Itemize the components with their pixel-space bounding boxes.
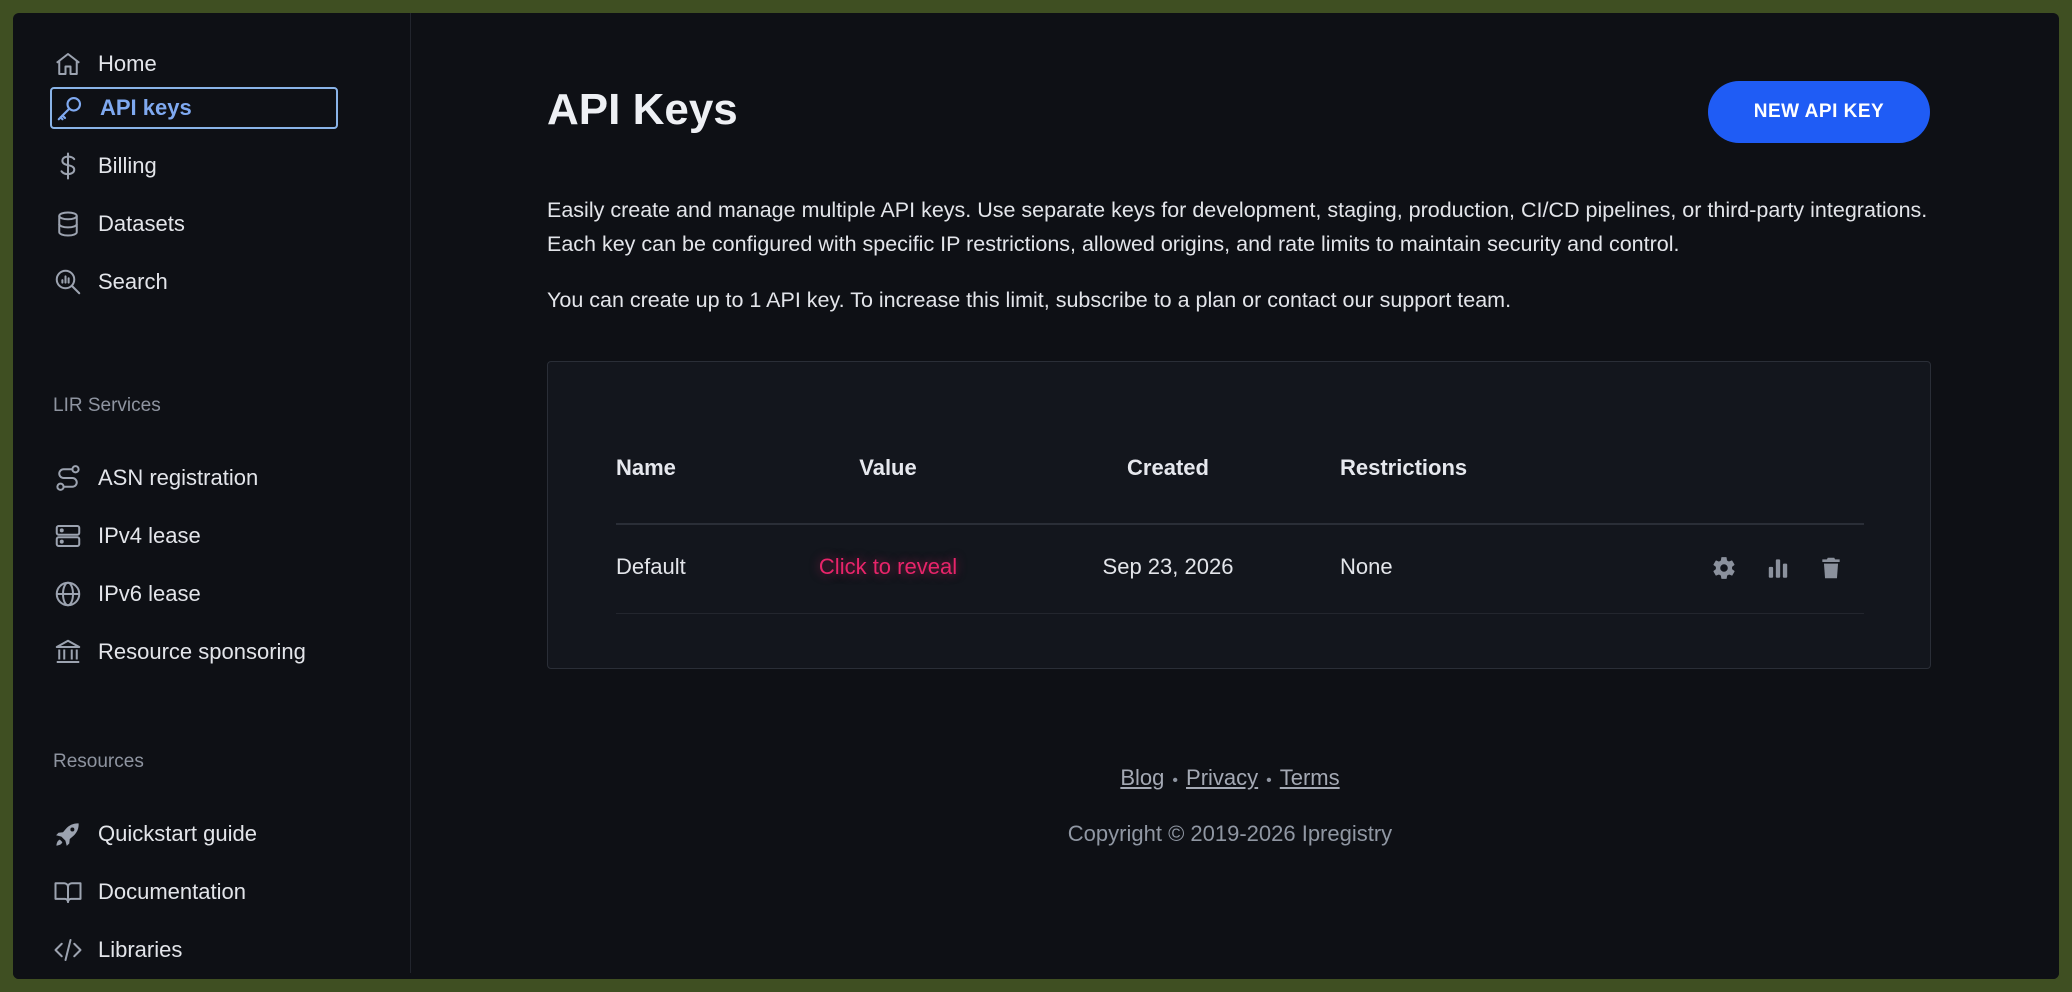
limit-notice: You can create up to 1 API key. To incre…	[547, 288, 1512, 312]
cell-created-date: Sep 23, 2026	[1102, 554, 1234, 579]
cell-key-name: Default	[616, 554, 686, 579]
footer-link-blog[interactable]: Blog	[1120, 765, 1164, 790]
footer-separator: •	[1172, 772, 1179, 789]
column-header-restrictions: Restrictions	[1340, 455, 1468, 480]
footer-link-privacy[interactable]: Privacy	[1186, 765, 1258, 790]
page-title: API Keys	[547, 85, 738, 134]
new-api-key-button[interactable]: NEW API KEY	[1708, 81, 1930, 143]
main-content: API Keys NEW API KEY Easily create and m…	[13, 13, 2059, 979]
footer-separator: •	[1266, 772, 1272, 789]
cell-restrictions: None	[1340, 554, 1393, 579]
app-window: Home API keys Billing Datasets Search LI…	[13, 13, 2059, 979]
delete-trash-icon[interactable]	[1815, 552, 1847, 584]
table-header-divider	[616, 523, 1864, 525]
column-header-name: Name	[616, 455, 676, 480]
reveal-key-link[interactable]: Click to reveal	[798, 554, 978, 580]
column-header-created: Created	[1127, 455, 1209, 480]
table-row-divider	[616, 613, 1864, 614]
column-header-value: Value	[859, 455, 917, 480]
settings-gear-icon[interactable]	[1708, 552, 1740, 584]
footer-link-terms[interactable]: Terms	[1280, 765, 1340, 790]
footer-links: Blog • Privacy • Terms	[406, 765, 2054, 791]
api-keys-table-card: Name Value Created Restrictions Default …	[547, 361, 1931, 669]
copyright-text: Copyright © 2019-2026 Ipregistry	[1067, 821, 1393, 846]
usage-chart-icon[interactable]	[1762, 552, 1794, 584]
page-description: Easily create and manage multiple API ke…	[547, 198, 1928, 256]
